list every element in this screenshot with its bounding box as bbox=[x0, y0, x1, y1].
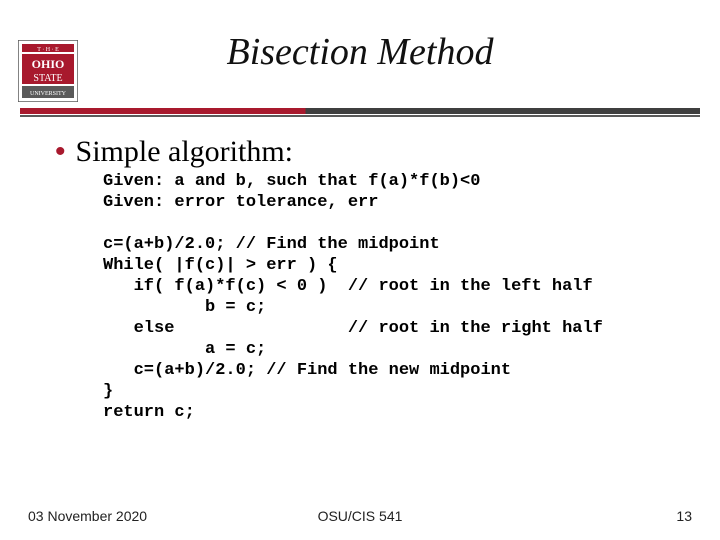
svg-text:STATE: STATE bbox=[33, 73, 62, 84]
bullet-dot-icon: • bbox=[55, 135, 66, 169]
bullet-text: Simple algorithm: bbox=[76, 135, 294, 169]
slide-title: Bisection Method bbox=[0, 30, 720, 74]
svg-text:UNIVERSITY: UNIVERSITY bbox=[30, 91, 67, 97]
bullet-row: • Simple algorithm: bbox=[55, 135, 690, 169]
footer-center: OSU/CIS 541 bbox=[28, 508, 692, 524]
footer: 03 November 2020 OSU/CIS 541 13 bbox=[28, 508, 692, 524]
title-underline bbox=[20, 108, 700, 114]
content-area: • Simple algorithm: Given: a and b, such… bbox=[55, 135, 690, 423]
algorithm-code: Given: a and b, such that f(a)*f(b)<0 Gi… bbox=[103, 171, 690, 423]
